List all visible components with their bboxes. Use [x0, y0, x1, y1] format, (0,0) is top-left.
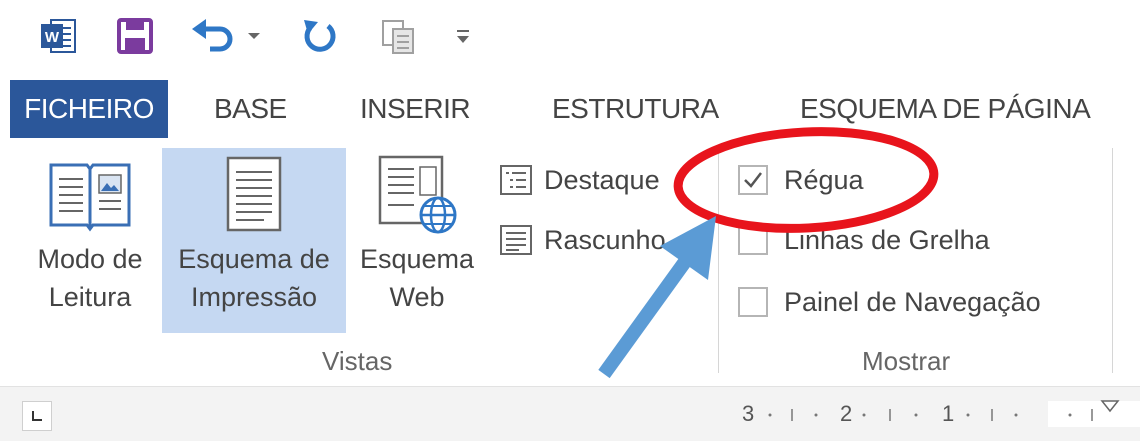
- save-icon: [117, 18, 153, 54]
- redo-icon: [304, 20, 336, 52]
- navigation-pane-checkbox[interactable]: [738, 287, 768, 317]
- print-layout-button[interactable]: Esquema de Impressão: [162, 148, 346, 333]
- ribbon-view-panel: Modo de Leitura Esquema de Impressão Esq…: [0, 138, 1140, 386]
- ribbon-tabs: FICHEIRO BASE INSERIR ESTRUTURA ESQUEMA …: [0, 80, 1140, 138]
- read-mode-label-1: Modo de: [37, 244, 143, 274]
- undo-dropdown-icon: [248, 33, 260, 39]
- copy-button[interactable]: [372, 12, 424, 60]
- web-layout-label-1: Esquema: [359, 244, 475, 274]
- ruler-number: 1: [942, 401, 955, 426]
- group-separator: [718, 148, 719, 373]
- print-layout-icon: [222, 150, 286, 240]
- draft-button[interactable]: Rascunho: [496, 218, 666, 262]
- customize-qat-button[interactable]: [448, 12, 478, 60]
- group-separator: [1112, 148, 1113, 373]
- checkmark-icon: [744, 172, 762, 188]
- read-mode-icon: [47, 150, 133, 240]
- ruler-number: 2: [840, 401, 853, 426]
- ruler-label: Régua: [784, 164, 864, 195]
- tab-insert[interactable]: INSERIR: [360, 80, 471, 138]
- navigation-pane-checkbox-row[interactable]: Painel de Navegação: [738, 280, 1041, 324]
- tab-file[interactable]: FICHEIRO: [10, 80, 168, 138]
- customize-qat-icon: [457, 30, 469, 43]
- gridlines-checkbox[interactable]: [738, 225, 768, 255]
- ruler-checkbox-row[interactable]: Régua: [738, 158, 864, 202]
- undo-icon: [192, 19, 233, 52]
- word-window: W FICHEIRO BASE INSERIR ESTRUTURA ESQUEM…: [0, 0, 1140, 441]
- undo-button[interactable]: [186, 12, 238, 60]
- save-button[interactable]: [110, 12, 160, 60]
- read-mode-button[interactable]: Modo de Leitura: [22, 148, 158, 333]
- copy-icon: [382, 20, 414, 54]
- word-icon: W: [34, 12, 84, 60]
- web-layout-label-2: Web: [389, 282, 445, 312]
- tab-page-layout[interactable]: ESQUEMA DE PÁGINA: [800, 80, 1091, 138]
- svg-text:W: W: [45, 29, 60, 46]
- tab-design[interactable]: ESTRUTURA: [552, 80, 719, 138]
- horizontal-ruler-area: 3 2 1: [0, 386, 1140, 441]
- outline-icon: [496, 162, 536, 198]
- navigation-pane-label: Painel de Navegação: [784, 286, 1041, 317]
- show-group-label: Mostrar: [862, 346, 951, 376]
- tab-home[interactable]: BASE: [214, 80, 287, 138]
- ruler-number: 3: [742, 401, 755, 426]
- read-mode-label-2: Leitura: [48, 282, 132, 312]
- tab-stop-selector[interactable]: [22, 401, 52, 431]
- gridlines-label: Linhas de Grelha: [784, 224, 990, 255]
- print-layout-label-1: Esquema de: [178, 244, 330, 274]
- redo-button[interactable]: [294, 12, 346, 60]
- ruler-checkbox[interactable]: [738, 165, 768, 195]
- ruler-ticks: [768, 400, 1140, 427]
- outline-label: Destaque: [544, 164, 660, 195]
- web-layout-button[interactable]: Esquema Web: [348, 148, 486, 333]
- draft-label: Rascunho: [544, 224, 666, 255]
- quick-access-toolbar: W: [0, 0, 1140, 80]
- undo-dropdown[interactable]: [240, 12, 268, 60]
- web-layout-icon: [374, 150, 460, 240]
- gridlines-checkbox-row[interactable]: Linhas de Grelha: [738, 218, 990, 262]
- outline-button[interactable]: Destaque: [496, 158, 660, 202]
- left-tab-icon: [32, 411, 42, 421]
- horizontal-ruler[interactable]: 3 2 1: [740, 399, 1140, 429]
- views-group-label: Vistas: [322, 346, 393, 376]
- draft-icon: [496, 222, 536, 258]
- print-layout-label-2: Impressão: [190, 282, 318, 312]
